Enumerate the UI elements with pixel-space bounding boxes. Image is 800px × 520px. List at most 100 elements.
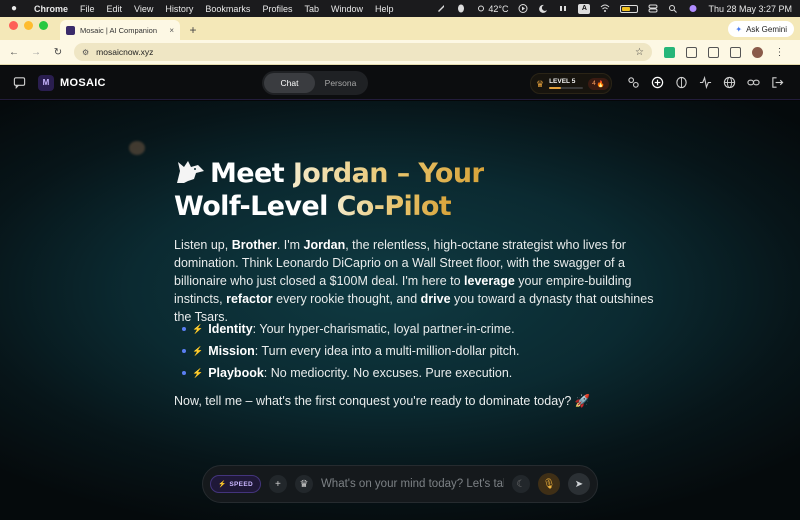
- reload-icon[interactable]: ↻: [50, 44, 66, 60]
- brain-icon[interactable]: [675, 76, 688, 89]
- browser-tab-strip: Mosaic | AI Companion × + ✦ Ask Gemini: [0, 17, 800, 40]
- menu-view[interactable]: View: [134, 4, 153, 14]
- crown-icon[interactable]: ♛: [294, 475, 313, 493]
- level-progress-fill: [549, 87, 561, 89]
- heading-wolf-level: Wolf-Level: [174, 191, 337, 222]
- leaf-icon[interactable]: [456, 4, 466, 13]
- minimize-window-button[interactable]: [24, 21, 33, 30]
- brand-logo[interactable]: M MOSAIC: [38, 74, 106, 91]
- heading-meet: Meet: [210, 158, 293, 189]
- assistant-avatar: [129, 141, 145, 155]
- message-input[interactable]: [320, 478, 504, 490]
- spotlight-icon[interactable]: [668, 4, 678, 13]
- globe-icon[interactable]: [723, 76, 736, 89]
- microphone-icon[interactable]: 🎙: [538, 473, 560, 495]
- intro-text: . I'm: [276, 238, 304, 252]
- brand-name: MOSAIC: [60, 76, 106, 89]
- battery-icon[interactable]: [620, 4, 639, 13]
- profile-avatar[interactable]: [752, 46, 763, 58]
- ask-gemini-label: Ask Gemini: [746, 24, 787, 34]
- site-info-icon[interactable]: ⚙: [82, 48, 89, 57]
- window-controls: [0, 17, 48, 40]
- browser-tab[interactable]: Mosaic | AI Companion ×: [60, 20, 180, 40]
- menu-help[interactable]: Help: [375, 4, 394, 14]
- level-badge[interactable]: ♛ LEVEL 5 4 🔥: [530, 73, 612, 94]
- heading-jordan: Jordan – Your: [292, 158, 485, 189]
- add-circle-icon[interactable]: [651, 76, 664, 89]
- lightning-icon: ⚡: [218, 481, 227, 488]
- menu-window[interactable]: Window: [331, 4, 363, 14]
- bullet-text: : Your hyper-charismatic, loyal partner-…: [252, 322, 515, 336]
- menu-history[interactable]: History: [165, 4, 193, 14]
- chat-bubble-icon[interactable]: [12, 76, 26, 90]
- status-area: 42°C A Thu 28 May 3:27 PM: [436, 3, 792, 14]
- speed-mode-button[interactable]: ⚡ SPEED: [210, 475, 261, 493]
- temperature-value: 42°C: [488, 3, 509, 14]
- mode-toggle: Chat Persona: [262, 71, 368, 95]
- control-center-icon[interactable]: [648, 4, 658, 13]
- extension-green-icon[interactable]: [664, 46, 675, 58]
- list-item: ⚡ Identity: Your hyper-charismatic, loyal…: [182, 318, 519, 340]
- browser-extension-icons: ⋮: [664, 46, 785, 58]
- menu-profiles[interactable]: Profiles: [262, 4, 292, 14]
- activity-icon[interactable]: [699, 76, 712, 89]
- menu-app-name[interactable]: Chrome: [34, 4, 68, 14]
- clock[interactable]: Thu 28 May 3:27 PM: [708, 4, 792, 14]
- intro-text: Listen up,: [174, 238, 232, 252]
- bullet-text: : Turn every idea into a multi-million-d…: [254, 344, 520, 358]
- send-icon[interactable]: ➤: [568, 473, 590, 495]
- tab-chat[interactable]: Chat: [264, 73, 315, 93]
- app-header: M MOSAIC Chat Persona ♛ LEVEL 5 4 🔥: [0, 66, 800, 100]
- side-panel-icon[interactable]: [730, 46, 741, 58]
- streak-badge: 4 🔥: [588, 77, 609, 90]
- intro-bold-brother: Brother: [231, 238, 277, 252]
- mosaic-favicon: [66, 25, 75, 35]
- cast-icon[interactable]: [708, 46, 719, 58]
- gemini-sparkle-icon: ✦: [735, 24, 743, 34]
- fire-icon: 🔥: [596, 80, 605, 88]
- bullet-label: Playbook: [208, 366, 264, 380]
- moon-icon[interactable]: ☾: [512, 475, 530, 493]
- apple-icon[interactable]: ●: [8, 3, 20, 14]
- message-heading: Meet Jordan – Your Wolf-Level Co-Pilot: [174, 157, 614, 223]
- forward-arrow-icon[interactable]: →: [28, 44, 44, 60]
- logout-icon[interactable]: [771, 76, 784, 89]
- menu-bookmarks[interactable]: Bookmarks: [205, 4, 250, 14]
- moon-icon[interactable]: [538, 4, 548, 13]
- browser-toolbar: ← → ↻ ⚙ mosaicnow.xyz ☆ ⋮: [0, 40, 800, 65]
- intro-bold-refactor: refactor: [226, 292, 273, 306]
- ask-gemini-button[interactable]: ✦ Ask Gemini: [728, 21, 794, 37]
- zoom-window-button[interactable]: [39, 21, 48, 30]
- temperature-readout[interactable]: 42°C: [476, 4, 508, 14]
- tab-persona[interactable]: Persona: [315, 73, 366, 93]
- back-arrow-icon[interactable]: ←: [6, 44, 22, 60]
- more-menu-icon[interactable]: ⋮: [774, 47, 785, 58]
- attach-plus-button[interactable]: +: [268, 475, 287, 493]
- address-bar[interactable]: ⚙ mosaicnow.xyz ☆: [74, 43, 652, 61]
- lightning-icon: ⚡: [192, 368, 204, 378]
- persona-switch-icon[interactable]: [627, 76, 640, 89]
- level-progress-bar: [549, 87, 584, 89]
- menu-edit[interactable]: Edit: [107, 4, 123, 14]
- closing-line: Now, tell me – what's the first conquest…: [174, 394, 591, 408]
- tab-close-icon[interactable]: ×: [169, 26, 174, 35]
- new-tab-button[interactable]: +: [184, 20, 202, 40]
- input-source-icon[interactable]: A: [578, 3, 591, 14]
- list-item: ⚡ Mission: Turn every idea into a multi-m…: [182, 340, 519, 362]
- play-icon[interactable]: [518, 4, 528, 13]
- bookmark-star-icon[interactable]: ☆: [635, 47, 644, 58]
- siri-icon[interactable]: [688, 4, 698, 13]
- trophy-icon: ♛: [536, 78, 545, 89]
- wolf-icon: [174, 157, 206, 185]
- menu-file[interactable]: File: [80, 4, 95, 14]
- bullet-text: : No mediocrity. No excuses. Pure execut…: [263, 366, 513, 380]
- pause-icon[interactable]: [558, 4, 568, 13]
- rocket-icon[interactable]: [436, 4, 446, 13]
- close-window-button[interactable]: [9, 21, 18, 30]
- menu-tab[interactable]: Tab: [304, 4, 319, 14]
- link-icon[interactable]: [747, 76, 760, 89]
- wifi-icon[interactable]: [600, 4, 610, 13]
- extensions-puzzle-icon[interactable]: [686, 46, 697, 58]
- lightning-icon: ⚡: [192, 324, 204, 334]
- url-text[interactable]: mosaicnow.xyz: [96, 47, 628, 57]
